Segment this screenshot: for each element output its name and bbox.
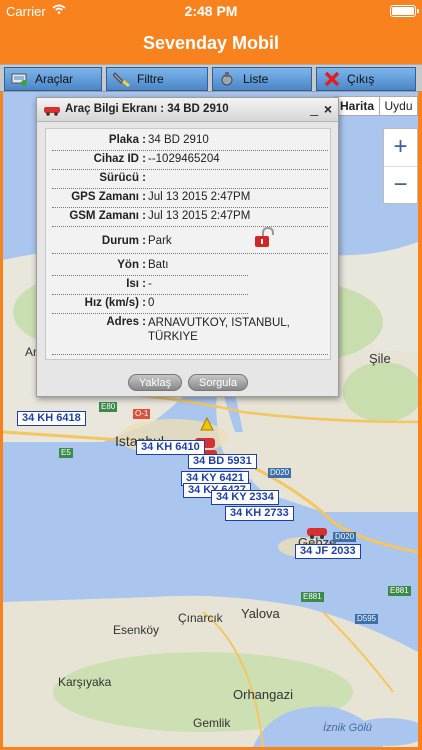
place-label: Çınarcık bbox=[178, 611, 223, 625]
status-label: Durum : bbox=[101, 235, 146, 247]
vehicles-button[interactable]: Araçlar bbox=[4, 67, 102, 91]
map-type-satellite[interactable]: Uydu bbox=[379, 96, 418, 116]
logout-label: Çıkış bbox=[347, 72, 375, 86]
panel-header[interactable]: Araç Bilgi Ekranı : 34 BD 2910 _ × bbox=[37, 98, 338, 122]
road-tag: E5 bbox=[59, 448, 73, 458]
list-button[interactable]: Liste bbox=[212, 67, 312, 91]
device-id-value: --1029465204 bbox=[148, 153, 220, 165]
filter-label: Filtre bbox=[137, 72, 164, 86]
gsm-time-value: Jul 13 2015 2:47PM bbox=[148, 210, 251, 222]
vehicle-plate-label[interactable]: 34 BD 5931 bbox=[188, 454, 257, 469]
vehicle-plate-label[interactable]: 34 KH 6418 bbox=[17, 411, 86, 426]
gps-time-value: Jul 13 2015 2:47PM bbox=[148, 191, 251, 203]
list-label: Liste bbox=[243, 72, 269, 86]
road-tag: E881 bbox=[388, 586, 411, 596]
panel-body: Plaka : 34 BD 2910 Cihaz ID : --10294652… bbox=[45, 128, 331, 360]
direction-label: Yön : bbox=[117, 259, 146, 271]
divider bbox=[52, 150, 328, 151]
divider bbox=[52, 169, 328, 170]
place-label: Karşıyaka bbox=[58, 675, 112, 689]
address-value: ARNAVUTKOY, ISTANBUL, TÜRKIYE bbox=[148, 317, 290, 343]
place-label: Şile bbox=[369, 351, 391, 366]
road-tag: D595 bbox=[355, 614, 379, 624]
car-marker-icon[interactable] bbox=[306, 525, 328, 539]
minimize-button[interactable]: _ bbox=[310, 100, 318, 116]
divider bbox=[52, 294, 248, 295]
close-x-icon bbox=[324, 71, 340, 87]
place-label: Esenköy bbox=[113, 623, 160, 637]
status-bar: Carrier 2:48 PM bbox=[0, 0, 422, 22]
divider bbox=[52, 207, 328, 208]
car-icon bbox=[44, 107, 60, 116]
divider bbox=[52, 275, 248, 276]
clock: 2:48 PM bbox=[184, 3, 238, 19]
vehicles-label: Araçlar bbox=[35, 72, 74, 86]
place-label: Orhangazi bbox=[233, 687, 293, 702]
device-id-label: Cihaz ID : bbox=[93, 153, 146, 165]
divider bbox=[52, 354, 328, 355]
road-tag: E881 bbox=[301, 592, 324, 602]
place-label: Gemlik bbox=[193, 716, 231, 730]
vehicles-icon bbox=[11, 73, 27, 86]
approach-button[interactable]: Yaklaş bbox=[128, 374, 182, 391]
battery-icon bbox=[390, 5, 419, 17]
place-label: İznik Gölü bbox=[323, 722, 372, 734]
divider bbox=[52, 253, 328, 254]
toolbar: Araçlar Filtre Liste Çıkış bbox=[0, 64, 422, 92]
padlock-icon bbox=[255, 227, 274, 247]
vehicle-info-panel: Araç Bilgi Ekranı : 34 BD 2910 _ × Plaka… bbox=[36, 97, 339, 397]
vehicle-plate-label[interactable]: 34 JF 2033 bbox=[295, 544, 361, 559]
speed-label: Hız (km/s) : bbox=[84, 297, 146, 309]
place-label: Yalova bbox=[241, 606, 280, 621]
temperature-value: - bbox=[148, 278, 152, 290]
speed-value: 0 bbox=[148, 297, 155, 309]
close-button[interactable]: × bbox=[324, 101, 332, 117]
divider bbox=[52, 188, 328, 189]
driver-label: Sürücü : bbox=[99, 172, 146, 184]
direction-value: Batı bbox=[148, 259, 169, 271]
road-tag: E80 bbox=[99, 402, 118, 412]
road-tag: D020 bbox=[268, 468, 292, 478]
warning-icon bbox=[200, 417, 214, 431]
map-type-roadmap[interactable]: Harita bbox=[334, 96, 380, 116]
address-label: Adres : bbox=[106, 316, 146, 328]
filter-button[interactable]: Filtre bbox=[106, 67, 208, 91]
query-button[interactable]: Sorgula bbox=[188, 374, 248, 391]
temperature-label: Isı : bbox=[126, 278, 146, 290]
road-tag: D020 bbox=[333, 532, 357, 542]
status-value: Park bbox=[148, 235, 172, 247]
plate-label: Plaka : bbox=[108, 134, 146, 146]
vehicle-plate-label[interactable]: 34 KH 6410 bbox=[136, 440, 205, 455]
panel-title: Araç Bilgi Ekranı : 34 BD 2910 bbox=[65, 103, 229, 115]
zoom-control: + − bbox=[383, 128, 418, 204]
zoom-out-button[interactable]: − bbox=[384, 167, 417, 205]
zoom-in-button[interactable]: + bbox=[384, 129, 417, 167]
vehicle-plate-label[interactable]: 34 KH 2733 bbox=[225, 506, 294, 521]
list-icon bbox=[221, 72, 233, 86]
logout-button[interactable]: Çıkış bbox=[316, 67, 416, 91]
app-title: Sevenday Mobil bbox=[0, 22, 422, 64]
gsm-time-label: GSM Zamanı : bbox=[69, 210, 146, 222]
divider bbox=[52, 313, 248, 314]
vehicle-plate-label[interactable]: 34 KY 2334 bbox=[211, 490, 279, 505]
gps-time-label: GPS Zamanı : bbox=[71, 191, 146, 203]
road-tag: O-1 bbox=[133, 409, 151, 419]
filter-icon bbox=[113, 72, 130, 87]
divider bbox=[52, 226, 328, 227]
plate-value: 34 BD 2910 bbox=[148, 134, 209, 146]
